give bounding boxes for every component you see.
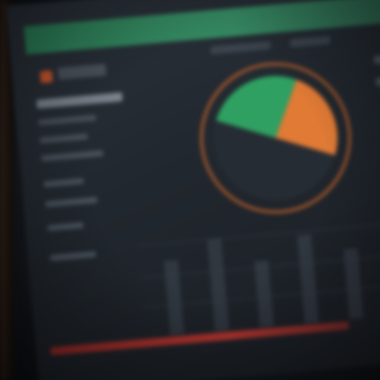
column-placeholder [254,260,274,328]
pie-chart [183,46,367,230]
toolbar-glyph [373,55,380,65]
sidebar-line [39,133,88,144]
app-title-placeholder [57,63,107,80]
column-placeholder [163,259,185,335]
column-placeholder [207,238,230,332]
photo-scene [0,0,380,380]
sidebar-line [47,222,84,232]
sidebar-line [38,114,97,126]
sidebar-line [45,196,98,208]
column-placeholder [297,234,319,324]
toolbar-glyph [375,77,380,87]
sidebar-heading-placeholder [36,92,123,109]
header-line [210,41,271,55]
gridline [137,223,380,247]
header-line [289,35,331,48]
header-bar [23,0,380,55]
red-progress-strip [49,321,350,356]
pie-chart-svg [200,62,352,214]
blurred-dashboard-screen [6,0,380,380]
sidebar-line [41,150,104,162]
sidebar-line [43,177,84,188]
app-logo-icon [39,70,53,84]
sidebar-line [49,251,97,262]
